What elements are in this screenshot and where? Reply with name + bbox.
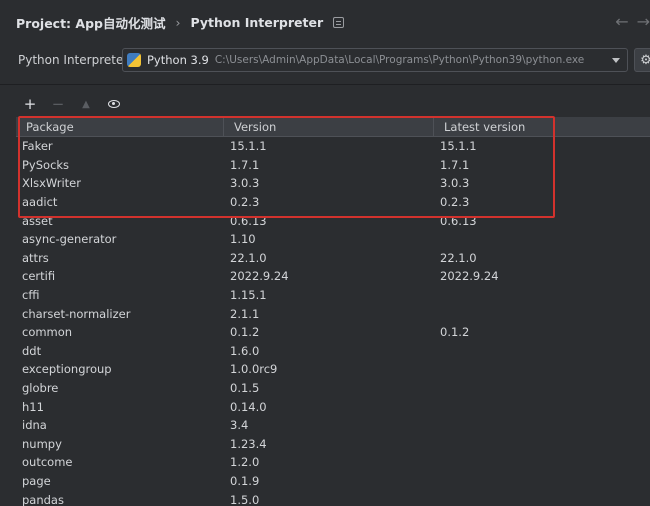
table-row[interactable]: charset-normalizer 2.1.1 [16, 304, 650, 323]
package-name: numpy [22, 436, 62, 451]
package-version: 1.7.1 [230, 157, 260, 172]
package-version: 1.2.0 [230, 455, 260, 470]
navigation: ← → [615, 12, 650, 31]
package-version: 0.1.2 [230, 325, 260, 340]
upgrade-package-button[interactable]: ▲ [78, 96, 94, 112]
remove-package-button[interactable]: − [50, 95, 66, 113]
divider [0, 84, 650, 85]
package-latest-version: 0.6.13 [440, 213, 477, 228]
add-package-button[interactable]: + [22, 95, 38, 113]
package-latest-version: 0.2.3 [440, 195, 470, 210]
interpreter-name: Python 3.9 [147, 53, 209, 67]
package-version: 0.1.5 [230, 381, 260, 396]
package-name: cffi [22, 288, 40, 303]
package-name: ddt [22, 343, 42, 358]
package-version: 0.6.13 [230, 213, 267, 228]
table-row[interactable]: h11 0.14.0 [16, 397, 650, 416]
package-name: Faker [22, 139, 53, 154]
package-version: 1.0.0rc9 [230, 362, 278, 377]
package-name: XlsxWriter [22, 176, 81, 191]
breadcrumb: Project: App自动化测试 › Python Interpreter ←… [0, 0, 650, 44]
package-toolbar: + − ▲ [22, 95, 122, 113]
package-name: PySocks [22, 157, 70, 172]
package-name: outcome [22, 455, 73, 470]
package-version: 1.15.1 [230, 288, 267, 303]
package-name: exceptiongroup [22, 362, 112, 377]
breadcrumb-project[interactable]: Project: App自动化测试 [16, 13, 165, 32]
page-title: Python Interpreter [190, 14, 324, 30]
package-version: 1.5.0 [230, 492, 260, 506]
table-row[interactable]: aadict 0.2.3 0.2.3 [16, 193, 650, 212]
package-name: common [22, 325, 73, 340]
column-header-package[interactable]: Package [16, 116, 224, 137]
table-row[interactable]: exceptiongroup 1.0.0rc9 [16, 360, 650, 379]
table-row[interactable]: page 0.1.9 [16, 472, 650, 491]
package-name: idna [22, 418, 47, 433]
package-version: 2022.9.24 [230, 269, 289, 284]
table-row[interactable]: pandas 1.5.0 [16, 490, 650, 506]
table-row[interactable]: idna 3.4 [16, 416, 650, 435]
package-name: asset [22, 213, 53, 228]
package-latest-version: 2022.9.24 [440, 269, 499, 284]
package-name: h11 [22, 399, 44, 414]
table-row[interactable]: cffi 1.15.1 [16, 286, 650, 305]
table-row[interactable]: certifi 2022.9.24 2022.9.24 [16, 267, 650, 286]
interpreter-row: Python Interpreter: Python 3.9 C:\Users\… [0, 46, 650, 74]
table-row[interactable]: PySocks 1.7.1 1.7.1 [16, 156, 650, 175]
table-row[interactable]: globre 0.1.5 [16, 379, 650, 398]
settings-button[interactable]: ⚙ [634, 48, 650, 72]
package-latest-version: 0.1.2 [440, 325, 470, 340]
package-name: aadict [22, 195, 58, 210]
column-header-latest-version[interactable]: Latest version [434, 117, 650, 137]
package-name: async-generator [22, 232, 117, 247]
package-name: attrs [22, 250, 49, 265]
package-version: 1.10 [230, 232, 256, 247]
table-row[interactable]: ddt 1.6.0 [16, 342, 650, 361]
package-latest-version: 22.1.0 [440, 250, 477, 265]
column-header-version[interactable]: Version [224, 116, 434, 137]
package-version: 0.14.0 [230, 399, 267, 414]
package-version: 0.1.9 [230, 473, 260, 488]
package-version: 3.4 [230, 418, 249, 433]
package-name: certifi [22, 269, 56, 284]
package-version: 0.2.3 [230, 195, 260, 210]
package-latest-version: 3.0.3 [440, 176, 470, 191]
interpreter-select[interactable]: Python 3.9 C:\Users\Admin\AppData\Local\… [122, 48, 628, 72]
package-version: 1.6.0 [230, 343, 260, 358]
package-latest-version: 1.7.1 [440, 157, 470, 172]
table-row[interactable]: XlsxWriter 3.0.3 3.0.3 [16, 174, 650, 193]
table-row[interactable]: attrs 22.1.0 22.1.0 [16, 249, 650, 268]
python-logo-icon [127, 53, 141, 67]
breadcrumb-separator: › [175, 14, 181, 30]
gear-icon: ⚙ [640, 52, 650, 68]
table-row[interactable]: numpy 1.23.4 [16, 435, 650, 454]
page-icon [333, 16, 345, 28]
forward-arrow-icon[interactable]: → [637, 12, 650, 31]
table-row[interactable]: common 0.1.2 0.1.2 [16, 323, 650, 342]
package-version: 3.0.3 [230, 176, 260, 191]
back-arrow-icon[interactable]: ← [615, 12, 628, 31]
table-row[interactable]: Faker 15.1.1 15.1.1 [16, 137, 650, 156]
package-name: globre [22, 381, 59, 396]
table-header: Package Version Latest version [16, 116, 650, 137]
interpreter-label: Python Interpreter: [18, 53, 133, 67]
eye-icon [108, 100, 120, 108]
package-version: 2.1.1 [230, 306, 260, 321]
package-latest-version: 15.1.1 [440, 139, 477, 154]
chevron-down-icon[interactable] [612, 58, 620, 63]
package-version: 15.1.1 [230, 139, 267, 154]
package-name: pandas [22, 492, 64, 506]
table-body: Faker 15.1.1 15.1.1 PySocks 1.7.1 1.7.1 XlsxWr… [16, 137, 650, 506]
table-row[interactable]: outcome 1.2.0 [16, 453, 650, 472]
table-row[interactable]: asset 0.6.13 0.6.13 [16, 211, 650, 230]
package-name: page [22, 473, 51, 488]
interpreter-path: C:\Users\Admin\AppData\Local\Programs\Py… [214, 54, 585, 66]
packages-table: Package Version Latest version Faker 15.1… [16, 116, 650, 506]
package-name: charset-normalizer [22, 306, 131, 321]
show-early-releases-button[interactable] [106, 96, 122, 112]
package-version: 22.1.0 [230, 250, 267, 265]
package-version: 1.23.4 [230, 436, 267, 451]
table-row[interactable]: async-generator 1.10 [16, 230, 650, 249]
